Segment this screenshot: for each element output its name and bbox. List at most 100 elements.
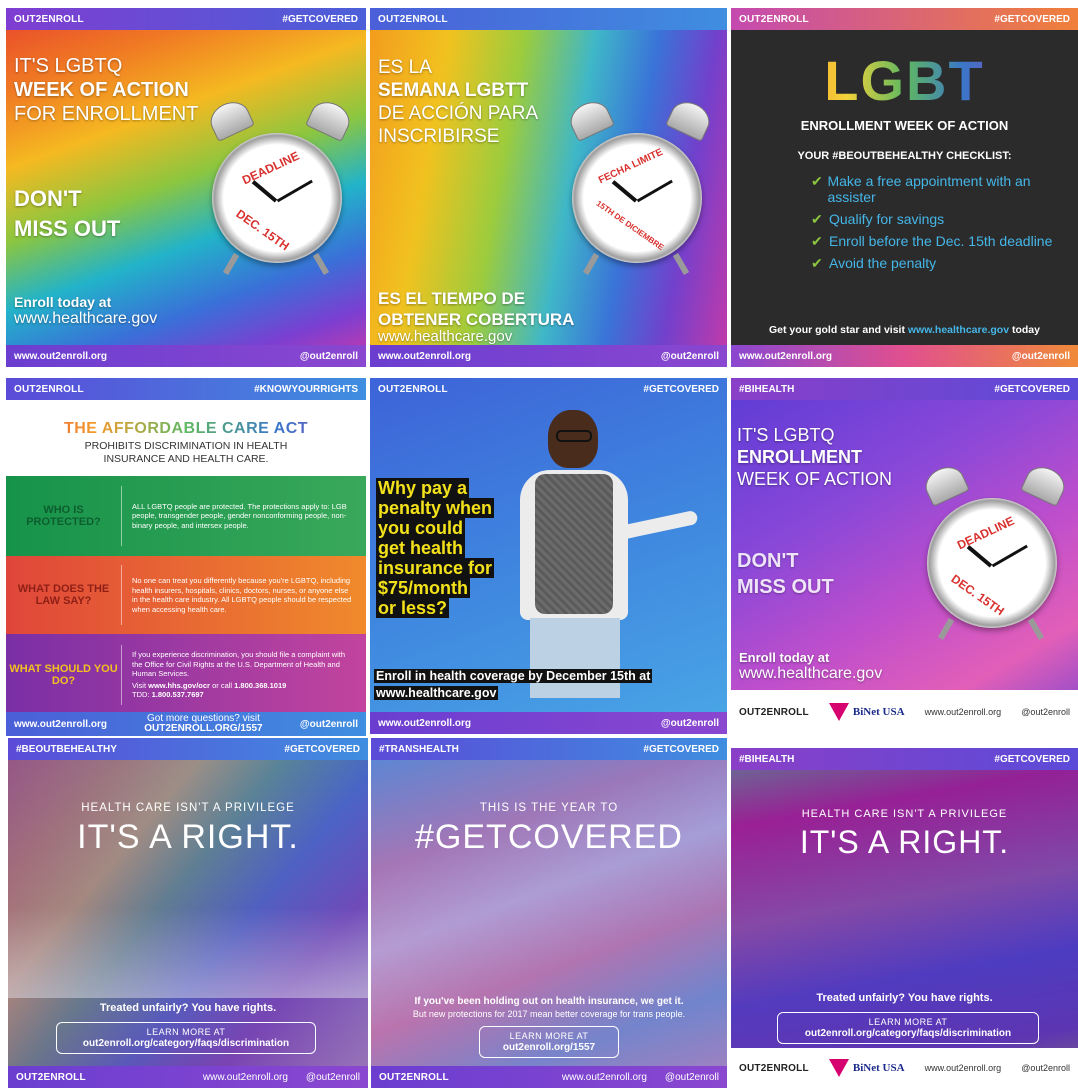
check-icon: ✔ <box>811 255 823 271</box>
clock-leg-left <box>937 617 955 641</box>
footer-site[interactable]: www.out2enroll.org <box>739 351 832 362</box>
footer-handle[interactable]: @out2enroll <box>300 719 358 730</box>
aca-row-protected: WHO IS PROTECTED? ALL LGBTQ people are p… <box>6 476 366 556</box>
glasses-icon <box>556 430 592 442</box>
learn-more-button[interactable]: LEARN MORE AT out2enroll.org/1557 <box>479 1026 619 1058</box>
out2enroll-logo: OUT2ENROLL <box>378 383 448 395</box>
footer-1557-link[interactable]: OUT2ENROLL.ORG/1557 <box>144 724 262 734</box>
headline-line-2: SEMANA LGBTT <box>378 80 529 101</box>
out2enroll-logo: OUT2ENROLL <box>14 13 84 25</box>
clock-leg-right <box>1027 617 1045 641</box>
cta: DON'T MISS OUT <box>14 184 120 244</box>
lgbt-rainbow-title: LGBT <box>731 48 1078 113</box>
binet-usa-logo: BiNet USA <box>828 703 905 721</box>
hashtag-left: #TRANSHEALTH <box>379 743 459 755</box>
hashtag: #GETCOVERED <box>282 13 358 25</box>
healthcare-gov-link[interactable]: www.healthcare.gov <box>378 328 512 345</box>
footer-handle[interactable]: @out2enroll <box>661 351 719 362</box>
checklist-item: ✔ Qualify for savings <box>811 211 945 227</box>
clock-bell-right <box>305 96 355 142</box>
top-bar: OUT2ENROLL #GETCOVERED <box>370 378 727 400</box>
footer-handle[interactable]: @out2enroll <box>306 1072 360 1083</box>
tile-its-a-right: #BEOUTBEHEALTHY #GETCOVERED HEALTH CARE … <box>8 738 368 1088</box>
headline-line-3: FOR ENROLLMENT <box>14 103 199 125</box>
healthcare-gov-link[interactable]: www.healthcare.gov <box>739 665 882 683</box>
hashtag-left: #BEOUTBEHEALTHY <box>16 743 117 755</box>
subtitle: ENROLLMENT WEEK OF ACTION <box>800 118 1009 133</box>
checklist-item: ✔ Avoid the penalty <box>811 255 937 271</box>
headline-line-1: IT'S LGBTQ <box>737 425 835 445</box>
tdd-phone[interactable]: 1.800.537.7697 <box>152 690 204 699</box>
footer-handle[interactable]: @out2enroll <box>1012 351 1070 362</box>
year-to-text: THIS IS THE YEAR TO <box>479 802 619 814</box>
ocr-phone[interactable]: 1.800.368.1019 <box>234 681 286 690</box>
row-question: WHAT SHOULD YOU DO? <box>9 663 118 687</box>
footer-site[interactable]: www.out2enroll.org <box>925 1063 1002 1073</box>
headline: Why pay a penalty when you could get hea… <box>376 478 495 618</box>
hashtag-left: #BIHEALTH <box>739 383 795 395</box>
out2enroll-logo: OUT2ENROLL <box>16 1071 86 1083</box>
tile-lgbt-checklist: OUT2ENROLL #GETCOVERED LGBT ENROLLMENT W… <box>731 8 1078 367</box>
tile-lgbtq-week-of-action: OUT2ENROLL #GETCOVERED IT'S LGBTQ WEEK O… <box>6 8 366 367</box>
trans-message: If you've been holding out on health ins… <box>412 996 686 1019</box>
gold-star-line: Get your gold star and visit www.healthc… <box>769 324 1040 336</box>
footer-handle[interactable]: @out2enroll <box>665 1072 719 1083</box>
footer-handle[interactable]: @out2enroll <box>300 351 358 362</box>
check-icon: ✔ <box>811 211 823 227</box>
clock-bell-left <box>205 96 255 142</box>
binet-triangle-icon <box>828 1059 849 1077</box>
footer-bar: www.out2enroll.org @out2enroll <box>6 345 366 367</box>
getcovered-title: #GETCOVERED <box>415 818 683 856</box>
footer-handle[interactable]: @out2enroll <box>1021 707 1070 717</box>
headline-line-3: DE ACCIÓN PARA <box>378 103 539 124</box>
footer-more-questions: Got more questions? visit OUT2ENROLL.ORG… <box>144 713 263 734</box>
headline-line-1: IT'S LGBTQ <box>14 55 123 77</box>
checklist-item: ✔ Make a free appointment with an assiste… <box>811 173 1031 205</box>
cta-line-1: DON'T <box>737 550 799 572</box>
headline: IT'S LGBTQ ENROLLMENT WEEK OF ACTION <box>737 424 892 490</box>
healthcare-gov-link[interactable]: www.healthcare.gov <box>374 686 499 700</box>
cta-line-2: MISS OUT <box>14 216 121 241</box>
top-bar: #BIHEALTH #GETCOVERED <box>731 378 1078 400</box>
healthcare-gov-link[interactable]: www.healthcare.gov <box>14 310 157 328</box>
row-answer: If you experience discrimination, you sh… <box>132 650 346 700</box>
aca-row-what-to-do: WHAT SHOULD YOU DO? If you experience di… <box>6 634 366 716</box>
footer-site[interactable]: www.out2enroll.org <box>14 719 107 730</box>
learn-more-button[interactable]: LEARN MORE AT out2enroll.org/category/fa… <box>56 1022 316 1054</box>
building-photo <box>8 908 368 998</box>
bottom-line-1: ES EL TIEMPO DE <box>378 289 526 308</box>
top-bar: OUT2ENROLL #KNOWYOURRIGHTS <box>6 378 366 400</box>
footer-site[interactable]: www.out2enroll.org <box>378 718 471 729</box>
footer-handle[interactable]: @out2enroll <box>661 718 719 729</box>
enroll-block: Enroll in health coverage by December 15… <box>374 669 653 700</box>
learn-more-button[interactable]: LEARN MORE AT out2enroll.org/category/fa… <box>777 1012 1039 1044</box>
clock-bell-right <box>1020 461 1070 507</box>
cta: DON'T MISS OUT <box>737 548 834 600</box>
person-vest <box>535 474 613 614</box>
footer-bar: www.out2enroll.org @out2enroll <box>731 345 1078 367</box>
checklist-item: ✔ Enroll before the Dec. 15th deadline <box>811 233 1053 249</box>
alarm-clock-icon: DEADLINE DEC. 15TH <box>205 96 356 303</box>
healthcare-gov-link[interactable]: www.healthcare.gov <box>908 324 1009 336</box>
clock-leg-left <box>582 252 600 276</box>
headline-line-4: INSCRIBIRSE <box>378 126 500 147</box>
footer-handle[interactable]: @out2enroll <box>1021 1063 1070 1073</box>
out2enroll-logo: OUT2ENROLL <box>739 13 809 25</box>
headline: ES LA SEMANA LGBTT DE ACCIÓN PARA INSCRI… <box>378 56 538 148</box>
tile-semana-lgbtt: OUT2ENROLL ES LA SEMANA LGBTT DE ACCIÓN … <box>370 8 727 367</box>
row-question: WHO IS PROTECTED? <box>26 504 101 528</box>
footer-site[interactable]: www.out2enroll.org <box>925 707 1002 717</box>
headline-line-3: WEEK OF ACTION <box>737 469 893 489</box>
footer-bar: www.out2enroll.org @out2enroll <box>370 345 727 367</box>
footer-site[interactable]: www.out2enroll.org <box>562 1072 647 1083</box>
top-bar: #TRANSHEALTH #GETCOVERED <box>371 738 727 760</box>
footer-site[interactable]: www.out2enroll.org <box>14 351 107 362</box>
hhs-ocr-link[interactable]: www.hhs.gov/ocr <box>148 681 210 690</box>
footer-site[interactable]: www.out2enroll.org <box>378 351 471 362</box>
headline: IT'S LGBTQ WEEK OF ACTION FOR ENROLLMENT <box>14 54 198 126</box>
clock-bell-left <box>565 96 615 142</box>
top-bar: OUT2ENROLL #GETCOVERED <box>6 8 366 30</box>
out2enroll-logo: OUT2ENROLL <box>739 1062 809 1074</box>
footer-site[interactable]: www.out2enroll.org <box>203 1072 288 1083</box>
bottom-headline: ES EL TIEMPO DE OBTENER COBERTURA <box>378 288 574 330</box>
